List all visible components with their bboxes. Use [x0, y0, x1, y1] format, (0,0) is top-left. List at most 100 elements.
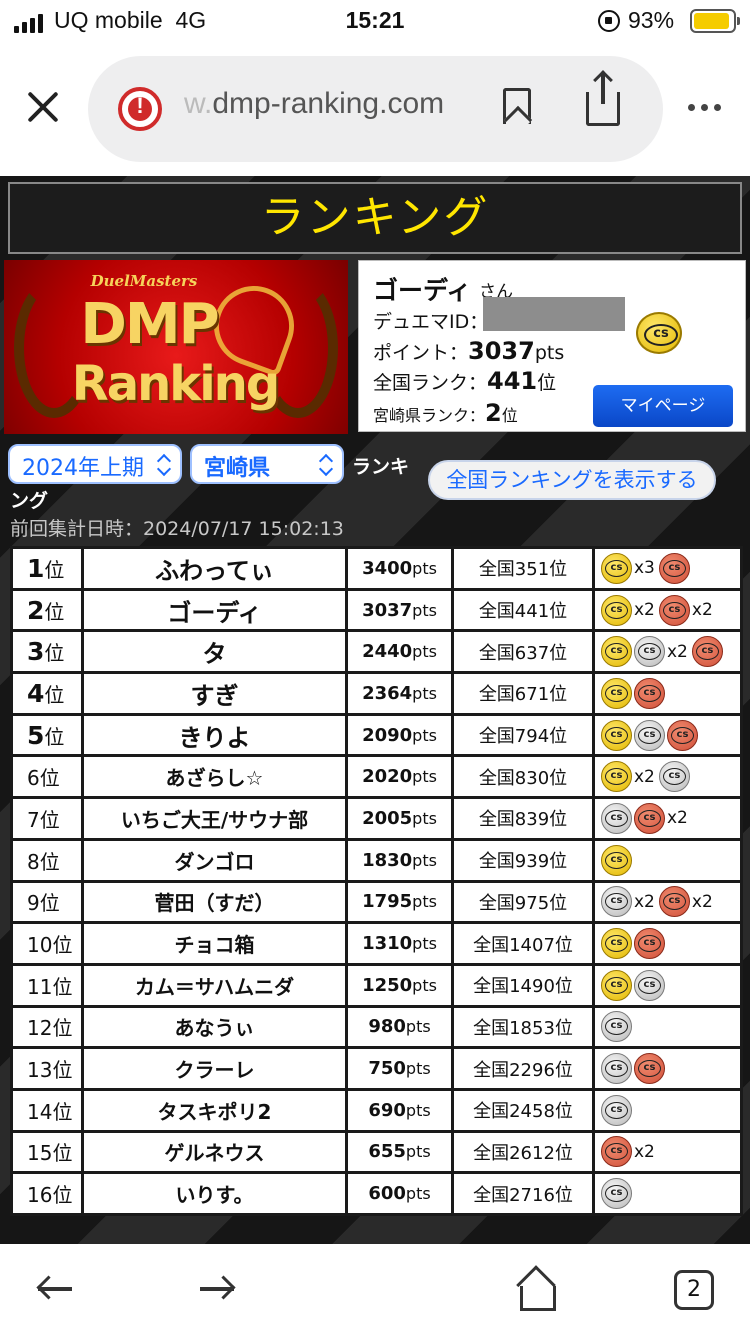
table-row[interactable]: 8位 ダンゴロ 1830pts 全国939位: [10, 837, 743, 883]
rank-cell: 7位: [10, 796, 84, 841]
cs-red-medal-icon: [658, 594, 690, 626]
points-cell: 980pts: [345, 1004, 454, 1050]
points-cell: 750pts: [345, 1046, 454, 1091]
player-name-cell[interactable]: ダンゴロ: [81, 837, 348, 883]
bookmark-icon[interactable]: [503, 88, 531, 124]
national-rank-cell: 全国351位: [451, 546, 595, 591]
rank-cell: 5位: [10, 712, 84, 758]
cs-gold-medal-icon: [601, 636, 632, 668]
player-name-cell[interactable]: タスキポリ2: [81, 1087, 348, 1133]
cs-silver-medal-icon: [634, 719, 665, 751]
national-rank-cell: 全国839位: [451, 796, 595, 841]
player-name-cell[interactable]: チョコ箱: [81, 921, 348, 966]
ranking-label: ランキ: [352, 456, 410, 478]
points-cell: 600pts: [345, 1171, 454, 1216]
national-rank-cell: 全国2296位: [451, 1046, 595, 1091]
mypage-button[interactable]: マイページ: [593, 385, 733, 427]
battery-icon: [690, 9, 740, 33]
prefecture-select[interactable]: 宮崎県: [190, 444, 344, 484]
cs-silver-medal-icon: [634, 636, 665, 668]
player-name-cell[interactable]: あなうぃ: [81, 1004, 348, 1050]
rank-cell: 15位: [10, 1129, 84, 1175]
page-title-bar: ランキング: [8, 182, 742, 254]
national-rank-cell: 全国975位: [451, 879, 595, 925]
points-cell: 2090pts: [345, 712, 454, 758]
player-name-cell[interactable]: すぎ: [81, 671, 348, 716]
cs-gold-medal-icon: [601, 969, 632, 1001]
national-rank-cell: 全国637位: [451, 629, 595, 675]
home-icon[interactable]: [516, 1268, 556, 1311]
url-text[interactable]: w.dmp-ranking.com: [184, 87, 444, 121]
cs-red-medal-icon: [691, 636, 723, 668]
medals-cell: x2 x2: [592, 879, 743, 925]
player-name-cell[interactable]: ゴーディ: [81, 587, 348, 633]
points-cell: 1830pts: [345, 837, 454, 883]
points-cell: 3037pts: [345, 587, 454, 633]
medals-cell: [592, 1087, 743, 1133]
medals-cell: [592, 712, 743, 758]
rank-cell: 4位: [10, 671, 84, 716]
cs-medal-icon: [636, 312, 682, 354]
rank-cell: 1位: [10, 546, 84, 591]
cs-silver-medal-icon: [658, 761, 690, 793]
period-select[interactable]: 2024年上期: [8, 444, 182, 484]
points-cell: 655pts: [345, 1129, 454, 1175]
national-rank-cell: 全国1407位: [451, 921, 595, 966]
points-cell: 2020pts: [345, 754, 454, 800]
national-rank-cell: 全国1490位: [451, 962, 595, 1008]
table-row[interactable]: 5位 きりよ 2090pts 全国794位: [10, 712, 743, 758]
rank-cell: 11位: [10, 962, 84, 1008]
national-rank-cell: 全国441位: [451, 587, 595, 633]
player-name-cell[interactable]: クラーレ: [81, 1046, 348, 1091]
table-row[interactable]: 16位 いりす。 600pts 全国2716位: [10, 1171, 743, 1216]
player-name-cell[interactable]: いりす。: [81, 1171, 348, 1216]
table-row[interactable]: 14位 タスキポリ2 690pts 全国2458位: [10, 1087, 743, 1133]
player-name-cell[interactable]: カム＝サハムニダ: [81, 962, 348, 1008]
table-row[interactable]: 11位 カム＝サハムニダ 1250pts 全国1490位: [10, 962, 743, 1008]
table-row[interactable]: 13位 クラーレ 750pts 全国2296位: [10, 1046, 743, 1091]
cs-red-medal-icon: [634, 802, 665, 834]
player-name-cell[interactable]: タ: [81, 629, 348, 675]
cs-gold-medal-icon: [601, 719, 632, 751]
points-cell: 1310pts: [345, 921, 454, 966]
table-row[interactable]: 2位ゴーディ3037pts全国441位 x2 x2: [10, 587, 743, 633]
table-row[interactable]: 10位 チョコ箱 1310pts 全国1407位: [10, 921, 743, 966]
forward-arrow-icon[interactable]: [200, 1278, 234, 1298]
back-arrow-icon[interactable]: [38, 1278, 72, 1298]
medals-cell: x3: [592, 546, 743, 591]
status-bar: UQ mobile 4G 15:21 93%: [0, 0, 750, 44]
browser-bottom-toolbar: 2: [0, 1244, 750, 1334]
share-icon[interactable]: [586, 74, 620, 126]
table-row[interactable]: 9位菅田（すだ）1795pts全国975位 x2 x2: [10, 879, 743, 925]
address-bar[interactable]: ! w.dmp-ranking.com: [88, 56, 663, 162]
player-name-cell[interactable]: いちご大王/サウナ部: [81, 796, 348, 841]
table-row[interactable]: 6位あざらし☆2020pts全国830位 x2: [10, 754, 743, 800]
warning-icon[interactable]: !: [118, 87, 162, 131]
cs-gold-medal-icon: [601, 761, 632, 793]
medal-count: x2: [667, 641, 688, 662]
more-icon[interactable]: [688, 104, 721, 111]
national-rank-cell: 全国939位: [451, 837, 595, 883]
player-name-cell[interactable]: きりよ: [81, 712, 348, 758]
table-row[interactable]: 12位 あなうぃ 980pts 全国1853位: [10, 1004, 743, 1050]
cs-red-medal-icon: [634, 928, 665, 960]
table-row[interactable]: 4位 すぎ 2364pts 全国671位: [10, 671, 743, 716]
player-name-cell[interactable]: ゲルネウス: [81, 1129, 348, 1175]
dmp-ranking-logo[interactable]: DuelMasters DMP Ranking: [4, 260, 348, 434]
cs-silver-medal-icon: [601, 1178, 632, 1210]
player-name-cell[interactable]: 菅田（すだ）: [81, 879, 348, 925]
national-ranking-button[interactable]: 全国ランキングを表示する: [428, 460, 716, 500]
tabs-icon[interactable]: 2: [674, 1270, 714, 1310]
table-row[interactable]: 1位ふわってぃ3400pts全国351位 x3: [10, 546, 743, 591]
profile-card: ゴーディ さん デュエマID： ポイント：3037pts 全国ランク：441位 …: [358, 260, 746, 432]
cs-silver-medal-icon: [601, 886, 632, 918]
last-updated-text: 前回集計日時：2024/07/17 15:02:13: [10, 518, 344, 540]
medal-count: x2: [691, 891, 713, 912]
player-name-cell[interactable]: ふわってぃ: [81, 546, 348, 591]
table-row[interactable]: 15位ゲルネウス655pts全国2612位 x2: [10, 1129, 743, 1175]
table-row[interactable]: 7位いちご大王/サウナ部2005pts全国839位 x2: [10, 796, 743, 841]
medals-cell: x2: [592, 629, 743, 675]
close-icon[interactable]: [26, 90, 60, 124]
table-row[interactable]: 3位タ2440pts全国637位 x2: [10, 629, 743, 675]
player-name-cell[interactable]: あざらし☆: [81, 754, 348, 800]
